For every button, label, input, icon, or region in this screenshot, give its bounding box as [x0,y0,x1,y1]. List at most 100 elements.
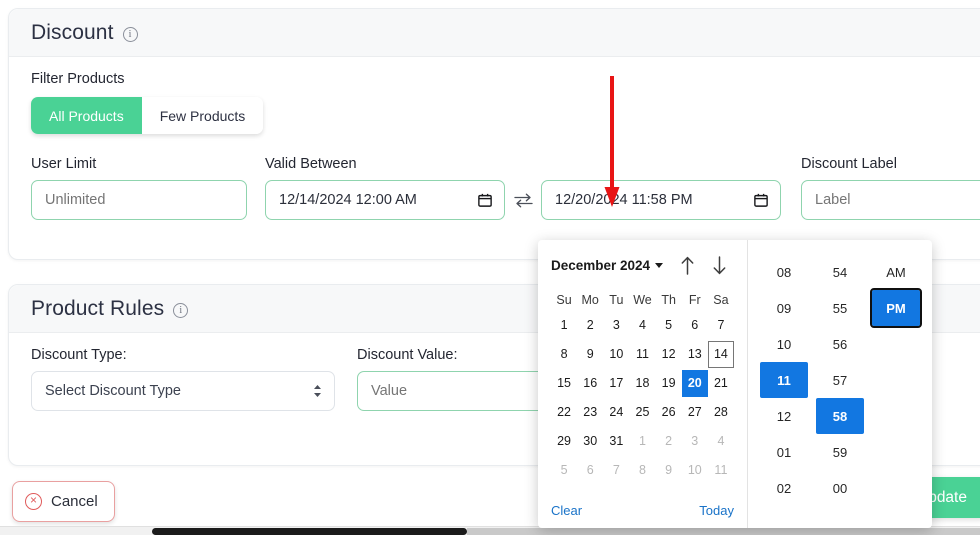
calendar-day-grid: 1 2 3 4 5 6 7 8 9 10 11 12 13 14 15 16 17 18 19 20 21 22 23 24 2… [551,312,734,484]
discount-type-select[interactable]: Select Discount Type [31,371,335,411]
calendar-pane: December 2024 Su Mo Tu We Th Fr Sa 1 2 3… [538,240,748,528]
valid-between-label: Valid Between [265,156,357,172]
calendar-day-cell[interactable]: 23 [577,399,603,426]
valid-start-input-wrap[interactable]: 12/14/2024 12:00 AM [265,180,505,220]
minute-option[interactable]: 00 [816,470,864,506]
calendar-day-cell[interactable]: 11 [629,341,655,368]
calendar-day-cell[interactable]: 2 [656,428,682,455]
valid-start-input[interactable]: 12/14/2024 12:00 AM [265,180,505,220]
calendar-day-cell[interactable]: 3 [603,312,629,339]
calendar-day-cell[interactable]: 22 [551,399,577,426]
meridiem-option[interactable]: AM [872,254,920,290]
time-pane: 08 09 10 11 12 01 02 54 55 56 57 58 59 00 AM PM [748,240,932,528]
minute-option[interactable]: 59 [816,434,864,470]
calendar-day-cell[interactable]: 14 [707,341,734,368]
hour-option[interactable]: 08 [760,254,808,290]
calendar-weekday: Mo [581,293,599,307]
calendar-day-cell[interactable]: 27 [682,399,708,426]
calendar-day-cell[interactable]: 5 [656,312,682,339]
calendar-day-cell[interactable]: 21 [708,370,734,397]
calendar-day-cell[interactable]: 30 [577,428,603,455]
calendar-day-cell[interactable]: 18 [629,370,655,397]
hour-option[interactable]: 09 [760,290,808,326]
calendar-day-cell[interactable]: 1 [629,428,655,455]
arrow-down-icon[interactable] [710,255,728,275]
valid-end-input[interactable]: 12/20/2024 11:58 PM [541,180,781,220]
hour-option[interactable]: 10 [760,326,808,362]
user-limit-input[interactable] [31,180,247,220]
hour-option[interactable]: 12 [760,398,808,434]
valid-end-input-wrap[interactable]: 12/20/2024 11:58 PM [541,180,781,220]
calendar-weekday: Tu [609,293,624,307]
calendar-day-cell[interactable]: 25 [629,399,655,426]
discount-card-header: Discount [9,9,980,57]
calendar-day-cell[interactable]: 5 [551,457,577,484]
user-limit-label: User Limit [31,156,97,172]
swap-arrows-icon[interactable] [505,180,541,220]
discount-type-label: Discount Type: [31,347,127,363]
calendar-day-cell[interactable]: 11 [708,457,734,484]
discount-card: Discount Filter Products All Products Fe… [8,8,980,260]
filter-products-label: Filter Products [31,71,125,87]
calendar-day-cell[interactable]: 9 [656,457,682,484]
hour-option[interactable]: 02 [760,470,808,506]
calendar-clear-link[interactable]: Clear [551,503,582,518]
calendar-day-cell[interactable]: 8 [551,341,577,368]
calendar-day-cell[interactable]: 16 [577,370,603,397]
calendar-weekday: Th [661,293,676,307]
minute-option[interactable]: 58 [816,398,864,434]
calendar-footer: Clear Today [551,503,734,518]
discount-label-group: Discount Label [801,156,980,220]
calendar-day-cell[interactable]: 6 [577,457,603,484]
calendar-day-cell[interactable]: 10 [603,341,629,368]
calendar-day-cell[interactable]: 10 [682,457,708,484]
arrow-up-icon[interactable] [678,255,696,275]
toggle-all-products[interactable]: All Products [31,97,142,134]
calendar-day-cell[interactable]: 9 [577,341,603,368]
calendar-day-cell[interactable]: 31 [603,428,629,455]
calendar-day-cell[interactable]: 26 [656,399,682,426]
calendar-day-cell[interactable]: 3 [682,428,708,455]
calendar-day-cell[interactable]: 6 [682,312,708,339]
product-rules-title: Product Rules [31,296,165,320]
hour-option[interactable]: 11 [760,362,808,398]
calendar-day-cell[interactable]: 24 [603,399,629,426]
calendar-month-label[interactable]: December 2024 [551,258,650,273]
toggle-few-products[interactable]: Few Products [141,97,264,134]
caret-down-icon[interactable] [655,262,664,268]
calendar-day-cell[interactable]: 8 [629,457,655,484]
meridiem-option[interactable]: PM [870,288,922,328]
minute-option[interactable]: 54 [816,254,864,290]
calendar-day-cell[interactable]: 29 [551,428,577,455]
info-circle-icon[interactable] [173,303,189,318]
hour-option[interactable]: 01 [760,434,808,470]
calendar-day-cell[interactable]: 17 [603,370,629,397]
discount-type-group: Discount Type: Select Discount Type [31,347,335,411]
info-circle-icon[interactable] [122,27,138,42]
calendar-weekday: Su [556,293,572,307]
calendar-day-cell[interactable]: 28 [708,399,734,426]
calendar-day-cell[interactable]: 7 [708,312,734,339]
discount-label-label: Discount Label [801,156,897,172]
calendar-day-cell[interactable]: 2 [577,312,603,339]
minute-option[interactable]: 55 [816,290,864,326]
scrollbar-thumb[interactable] [152,528,467,535]
calendar-day-cell[interactable]: 20 [681,370,708,397]
minute-option[interactable]: 57 [816,362,864,398]
calendar-day-cell[interactable]: 13 [682,341,708,368]
calendar-day-cell[interactable]: 19 [656,370,682,397]
calendar-day-cell[interactable]: 4 [708,428,734,455]
calendar-day-cell[interactable]: 15 [551,370,577,397]
filter-products-toggle[interactable]: All Products Few Products [31,97,264,134]
minute-column: 54 55 56 57 58 59 00 [812,254,868,528]
scrollbar-track [467,528,980,535]
app-root: Discount Filter Products All Products Fe… [0,0,980,535]
calendar-day-cell[interactable]: 4 [629,312,655,339]
calendar-day-cell[interactable]: 1 [551,312,577,339]
minute-option[interactable]: 56 [816,326,864,362]
calendar-day-cell[interactable]: 7 [603,457,629,484]
calendar-day-cell[interactable]: 12 [656,341,682,368]
calendar-today-link[interactable]: Today [699,503,734,518]
cancel-button[interactable]: Cancel [12,481,115,522]
discount-label-input[interactable] [801,180,980,220]
